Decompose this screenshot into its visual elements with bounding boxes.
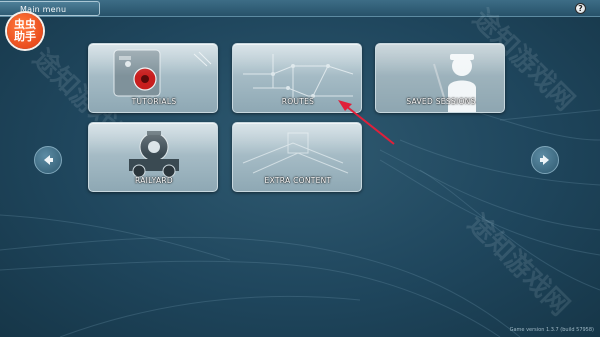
railyard-label: RAILYARD	[135, 176, 173, 185]
help-button[interactable]: ?	[575, 3, 586, 14]
tile-sheen	[376, 44, 504, 76]
arrow-right-icon	[540, 155, 549, 165]
arrow-left-icon	[44, 155, 53, 165]
extra-content-tile[interactable]: EXTRA CONTENT	[232, 122, 362, 192]
title-tab: Main menu	[0, 1, 100, 16]
version-label: Game version 1.3.7 (build 57958)	[509, 327, 594, 333]
saved-sessions-tile[interactable]: SAVED SESSIONS	[375, 43, 505, 113]
routes-label: ROUTES	[281, 97, 315, 106]
tutorials-tile[interactable]: TUTORIALS	[88, 43, 218, 113]
tutorials-label: TUTORIALS	[131, 97, 177, 106]
saved-sessions-label: SAVED SESSIONS	[406, 97, 476, 106]
routes-tile[interactable]: ROUTES	[232, 43, 362, 113]
tile-sheen	[233, 44, 361, 76]
tile-sheen	[89, 123, 217, 155]
next-page-button[interactable]	[531, 146, 559, 174]
tile-sheen	[89, 44, 217, 76]
tile-sheen	[233, 123, 361, 155]
previous-page-button[interactable]	[34, 146, 62, 174]
app-badge-logo: 虫虫 助手	[7, 13, 43, 49]
railyard-tile[interactable]: RAILYARD	[88, 122, 218, 192]
extra-content-label: EXTRA CONTENT	[264, 176, 332, 185]
top-bar: Main menu ?	[0, 0, 600, 17]
badge-line-2: 助手	[14, 30, 36, 43]
